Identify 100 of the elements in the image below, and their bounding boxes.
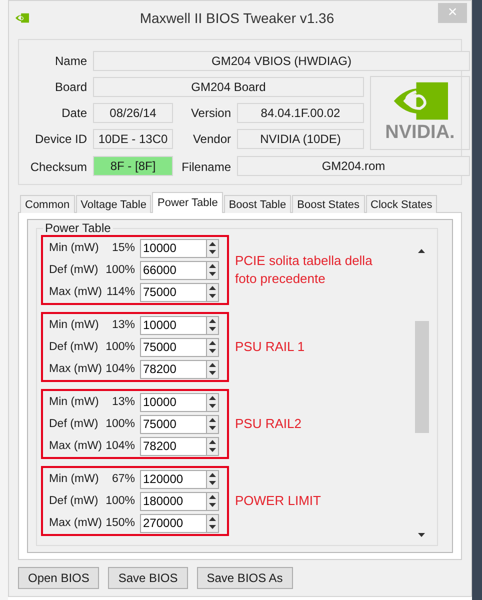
number-field[interactable]: 10000 <box>140 316 206 334</box>
spin-up-button[interactable] <box>207 470 218 479</box>
annotation-text: POWER LIMIT <box>235 492 321 510</box>
percent-text: 150% <box>104 517 135 529</box>
number-field[interactable]: 78200 <box>140 436 206 456</box>
row-label: Def (mW) <box>49 418 100 430</box>
spin-up-button[interactable] <box>207 262 218 270</box>
row-label: Min (mW) <box>49 473 100 485</box>
annotation-text: PCIE solita tabella della foto precedente <box>235 252 374 288</box>
number-field[interactable]: 10000 <box>140 238 206 258</box>
device-id-field[interactable]: 10DE - 13C0 <box>93 129 173 149</box>
number-field[interactable]: 75000 <box>140 414 206 434</box>
spin-down-button[interactable] <box>207 501 218 510</box>
down-arrow-icon <box>209 503 216 508</box>
down-arrow-icon <box>209 294 216 298</box>
percent-text: 13% <box>110 319 135 331</box>
down-arrow-icon <box>209 272 216 276</box>
percent-text: 100% <box>104 495 135 507</box>
percent-text: 67% <box>110 473 135 485</box>
version-field[interactable]: 84.04.1F.00.02 <box>237 103 364 123</box>
spin-up-button[interactable] <box>207 514 218 523</box>
down-arrow-icon <box>209 448 216 452</box>
action-button[interactable]: Open BIOS <box>18 567 100 589</box>
row-label: Max (mW) <box>49 286 104 298</box>
spin-up-button[interactable] <box>207 438 218 446</box>
board-field[interactable]: GM204 Board <box>93 77 364 97</box>
percent-text: 13% <box>110 396 135 408</box>
up-arrow-icon <box>418 249 425 253</box>
tab[interactable]: Common <box>20 195 75 213</box>
tab[interactable]: Boost States <box>292 195 364 213</box>
up-arrow-icon <box>209 516 216 521</box>
group-title: Power Table <box>43 221 113 235</box>
row-label: Def (mW) <box>49 264 100 276</box>
spin-up-button[interactable] <box>207 316 218 325</box>
percent-text: 104% <box>104 440 135 452</box>
number-field[interactable]: 66000 <box>140 260 206 280</box>
percent-text: 104% <box>104 363 135 375</box>
scrollbar-thumb[interactable] <box>414 321 428 433</box>
field-label: Filename <box>180 160 231 174</box>
up-arrow-icon <box>209 286 216 290</box>
row-label: Def (mW) <box>49 341 100 353</box>
name-field[interactable]: GM204 VBIOS (HWDIAG) <box>93 51 470 71</box>
spin-up-button[interactable] <box>207 240 218 248</box>
tab[interactable]: Voltage Table <box>76 195 152 213</box>
percent-text: 100% <box>104 264 135 276</box>
date-field[interactable]: 08/26/14 <box>93 103 173 123</box>
filename-field[interactable]: GM204.rom <box>237 156 470 176</box>
up-arrow-icon <box>209 472 216 477</box>
row-label: Min (mW) <box>49 242 100 254</box>
vendor-field[interactable]: NVIDIA (10DE) <box>237 129 364 149</box>
spin-down-button[interactable] <box>207 479 218 488</box>
field-label: Version <box>190 106 231 120</box>
spin-down-button[interactable] <box>207 270 218 278</box>
row-label: Max (mW) <box>49 517 104 529</box>
tab[interactable]: Boost Table <box>224 195 292 213</box>
up-arrow-icon <box>209 362 216 367</box>
down-arrow-icon <box>209 426 216 430</box>
field-label: Date <box>60 106 87 120</box>
number-field[interactable]: 120000 <box>140 470 206 488</box>
up-arrow-icon <box>209 264 216 268</box>
up-arrow-icon <box>209 318 216 323</box>
checksum-field[interactable]: 8F - [8F] <box>93 156 173 176</box>
number-field[interactable]: 10000 <box>140 392 206 412</box>
action-button[interactable]: Save BIOS <box>108 567 188 589</box>
spin-down-button[interactable] <box>207 446 218 454</box>
down-arrow-icon <box>209 525 216 530</box>
number-field[interactable]: 78200 <box>140 360 206 378</box>
down-arrow-icon <box>418 533 425 537</box>
row-label: Max (mW) <box>49 440 104 452</box>
spin-up-button[interactable] <box>207 492 218 501</box>
spin-down-button[interactable] <box>207 402 218 410</box>
spin-down-button[interactable] <box>207 424 218 432</box>
spin-down-button[interactable] <box>207 292 218 300</box>
row-label: Max (mW) <box>49 363 104 375</box>
spin-down-button[interactable] <box>207 369 218 378</box>
action-button[interactable]: Save BIOS As <box>196 567 293 589</box>
up-arrow-icon <box>209 418 216 422</box>
spin-down-button[interactable] <box>207 248 218 256</box>
down-arrow-icon <box>209 481 216 486</box>
row-label: Min (mW) <box>49 319 100 331</box>
tab[interactable]: Power Table <box>152 192 223 213</box>
spin-up-button[interactable] <box>207 416 218 424</box>
tab[interactable]: Clock States <box>366 195 438 213</box>
spin-down-button[interactable] <box>207 325 218 334</box>
field-label: Checksum <box>29 160 87 174</box>
field-label: Name <box>54 54 87 68</box>
number-field[interactable]: 75000 <box>140 338 206 356</box>
spin-up-button[interactable] <box>207 338 218 347</box>
spin-up-button[interactable] <box>207 360 218 369</box>
spin-up-button[interactable] <box>207 394 218 402</box>
annotation-text: PSU RAIL2 <box>235 415 302 433</box>
spin-down-button[interactable] <box>207 523 218 532</box>
number-field[interactable]: 75000 <box>140 282 206 302</box>
down-arrow-icon <box>209 371 216 376</box>
up-arrow-icon <box>209 242 216 246</box>
spin-up-button[interactable] <box>207 284 218 292</box>
spin-down-button[interactable] <box>207 347 218 356</box>
number-field[interactable]: 180000 <box>140 492 206 510</box>
number-field[interactable]: 270000 <box>140 514 206 532</box>
app-icon <box>15 13 29 23</box>
